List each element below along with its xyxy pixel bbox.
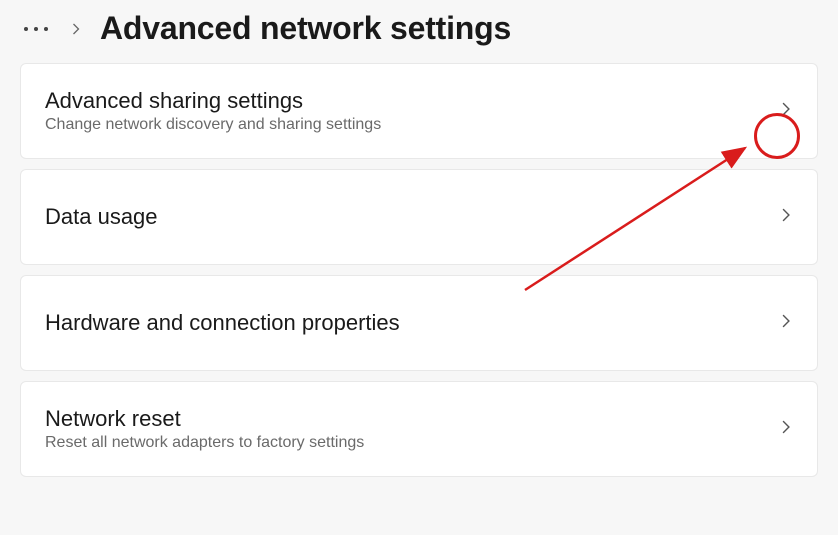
more-icon[interactable]	[20, 23, 52, 35]
card-subtitle: Change network discovery and sharing set…	[45, 116, 381, 134]
chevron-right-icon	[779, 102, 793, 121]
card-advanced-sharing[interactable]: Advanced sharing settings Change network…	[20, 63, 818, 159]
card-title: Network reset	[45, 406, 364, 432]
card-hardware-properties[interactable]: Hardware and connection properties	[20, 275, 818, 371]
chevron-right-icon	[779, 420, 793, 439]
card-network-reset[interactable]: Network reset Reset all network adapters…	[20, 381, 818, 477]
card-title: Data usage	[45, 204, 158, 230]
breadcrumb-chevron-icon	[70, 23, 82, 35]
chevron-right-icon	[779, 314, 793, 333]
breadcrumb-header: Advanced network settings	[0, 0, 838, 63]
card-subtitle: Reset all network adapters to factory se…	[45, 434, 364, 452]
card-title: Advanced sharing settings	[45, 88, 381, 114]
settings-list: Advanced sharing settings Change network…	[0, 63, 838, 493]
page-title: Advanced network settings	[100, 10, 511, 47]
card-data-usage[interactable]: Data usage	[20, 169, 818, 265]
chevron-right-icon	[779, 208, 793, 227]
card-title: Hardware and connection properties	[45, 310, 400, 336]
